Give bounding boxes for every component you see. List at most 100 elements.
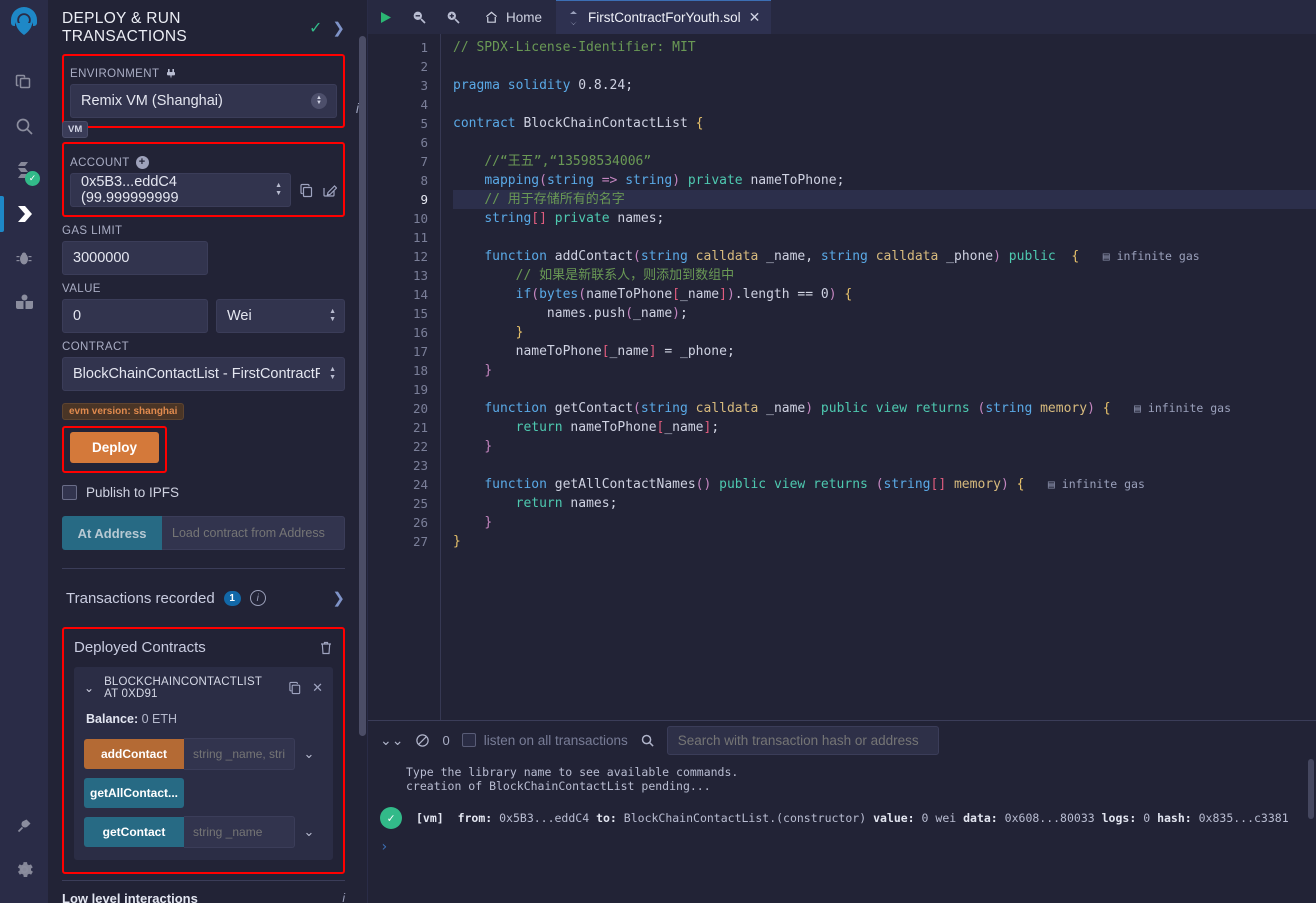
transaction-search-input[interactable]: [666, 725, 939, 755]
account-label: ACCOUNT +: [70, 156, 337, 169]
account-section: ACCOUNT + 0x5B3...eddC4 (99.999999999 ▲ ▼: [48, 142, 359, 217]
code-editor[interactable]: 1234 5678 9 10 11 12 13 14 15 16 17 18 19 20 21 22…: [368, 34, 1316, 720]
copy-account-icon[interactable]: [299, 183, 314, 198]
sidebar-item-learneth[interactable]: [0, 280, 48, 324]
clear-console-icon[interactable]: [415, 733, 430, 748]
pending-count: 0: [442, 732, 450, 748]
tab-solidity-file[interactable]: FirstContractForYouth.sol ✕: [556, 0, 772, 34]
getallcontactnames-button[interactable]: getAllContact...: [84, 778, 184, 808]
transaction-log-row[interactable]: ✓ [vm] from: 0x5B3...eddC4 to: BlockChai…: [368, 793, 1316, 829]
evm-version-badge: evm version: shanghai: [62, 403, 185, 420]
deployed-contracts-highlight: Deployed Contracts ⌄ BLOCKCHAINCONTACTLI…: [62, 627, 345, 874]
close-icon[interactable]: ✕: [312, 680, 323, 696]
compile-success-badge: ✓: [25, 171, 40, 186]
success-icon: ✓: [380, 807, 402, 829]
log-logs-value: 0: [1143, 811, 1151, 825]
getcontact-button[interactable]: getContact: [84, 817, 184, 847]
terminal-scrollbar[interactable]: [1308, 759, 1314, 819]
function-row-addcontact: addContact ⌄: [84, 738, 323, 770]
tab-solidity-file-label: FirstContractForYouth.sol: [588, 10, 741, 25]
at-address-button[interactable]: At Address: [62, 516, 162, 550]
environment-select[interactable]: Remix VM (Shanghai) ▲ ▼: [70, 84, 337, 118]
publish-ipfs-checkbox[interactable]: [62, 485, 77, 500]
sidebar-item-file-explorer[interactable]: [0, 60, 48, 104]
deploy-run-panel: DEPLOY & RUN TRANSACTIONS ✓ ❯ ENVIRONMEN…: [48, 0, 368, 903]
environment-highlight: ENVIRONMENT Remix VM (Shanghai) ▲ ▼: [62, 54, 345, 128]
deploy-button[interactable]: Deploy: [70, 432, 160, 463]
gear-icon: [14, 859, 35, 880]
line-number-gutter: 1234 5678 9 10 11 12 13 14 15 16 17 18 19 20 21 22…: [368, 34, 440, 720]
book-icon: [14, 292, 35, 313]
zoom-out-icon[interactable]: [402, 0, 436, 34]
chevron-right-icon[interactable]: ❯: [332, 19, 345, 37]
chevron-down-icon[interactable]: ⌄: [84, 681, 94, 695]
getcontact-params-input[interactable]: [184, 816, 295, 848]
zoom-in-icon[interactable]: [436, 0, 470, 34]
code-line: function addContact(string calldata _nam…: [484, 249, 1200, 264]
value-unit-select[interactable]: Wei ▲ ▼: [216, 299, 345, 333]
value-input[interactable]: 0: [62, 299, 208, 333]
transactions-recorded-count: 1: [223, 590, 241, 606]
chevron-updown-icon: ▲ ▼: [329, 366, 336, 381]
code-line: return nameToPhone[_name];: [515, 420, 720, 435]
deployed-contracts-section: Deployed Contracts ⌄ BLOCKCHAINCONTACTLI…: [48, 627, 359, 874]
chevron-down-icon[interactable]: ⌄: [295, 746, 323, 762]
code-line: nameToPhone[_name] = _phone;: [515, 344, 735, 359]
account-highlight: ACCOUNT + 0x5B3...eddC4 (99.999999999 ▲ ▼: [62, 142, 345, 217]
sidebar-item-debugger[interactable]: [0, 236, 48, 280]
publish-ipfs-row[interactable]: Publish to IPFS: [62, 485, 345, 500]
sidebar-item-search[interactable]: [0, 104, 48, 148]
contract-select[interactable]: BlockChainContactList - FirstContractF ▲…: [62, 357, 345, 391]
code-line: }: [484, 439, 493, 454]
tab-home[interactable]: Home: [470, 0, 556, 34]
low-level-interactions-section: i Low level interactions CALLDATA: [48, 880, 359, 903]
panel-scrollbar[interactable]: [359, 36, 366, 736]
tab-home-label: Home: [506, 9, 543, 25]
code-line-current: // 用于存储所有的名字: [453, 190, 1316, 209]
home-icon: [484, 10, 499, 25]
account-select[interactable]: 0x5B3...eddC4 (99.999999999 ▲ ▼: [70, 173, 291, 207]
deployed-contracts-title: Deployed Contracts: [74, 639, 206, 656]
chevron-down-icon[interactable]: ⌄: [295, 824, 323, 840]
sidebar-item-deploy-run[interactable]: [0, 192, 48, 236]
search-icon[interactable]: [640, 733, 655, 748]
listen-all-checkbox[interactable]: [461, 733, 476, 747]
listen-all-transactions-row[interactable]: listen on all transactions: [461, 733, 628, 748]
log-value-label: value:: [873, 811, 915, 825]
code-line: pragma solidity 0.8.24;: [453, 78, 634, 93]
info-icon[interactable]: i: [249, 590, 266, 606]
close-icon[interactable]: ✕: [749, 9, 761, 26]
code-content[interactable]: // SPDX-License-Identifier: MIT pragma s…: [440, 34, 1316, 720]
function-row-getallcontactnames: getAllContact...: [84, 778, 323, 808]
code-line: function getAllContactNames() public vie…: [484, 477, 1145, 492]
collapse-terminal-icon[interactable]: ⌄⌄: [380, 732, 403, 749]
balance-value: 0 ETH: [141, 712, 178, 726]
log-to-label: to:: [596, 811, 617, 825]
transactions-recorded-row[interactable]: Transactions recorded 1 i ❯: [48, 569, 359, 627]
panel-header: DEPLOY & RUN TRANSACTIONS ✓ ❯: [48, 0, 359, 54]
addcontact-params-input[interactable]: [184, 738, 295, 770]
chevron-right-icon[interactable]: ❯: [332, 589, 345, 607]
code-line: }: [484, 363, 493, 378]
contract-section: CONTRACT BlockChainContactList - FirstCo…: [48, 341, 359, 569]
trash-icon[interactable]: [319, 640, 333, 655]
value-label: VALUE: [62, 283, 101, 295]
sign-message-icon[interactable]: [322, 183, 337, 198]
run-script-icon[interactable]: [368, 0, 402, 34]
sidebar-item-settings[interactable]: [0, 847, 48, 891]
at-address-input[interactable]: [162, 516, 345, 550]
deployed-contract-header[interactable]: ⌄ BLOCKCHAINCONTACTLIST AT 0XD91 ✕: [84, 676, 323, 700]
gas-limit-input[interactable]: 3000000: [62, 241, 208, 275]
low-level-title: Low level interactions: [62, 891, 198, 903]
sidebar-item-plugin-manager[interactable]: [0, 803, 48, 847]
terminal-prompt[interactable]: ›: [368, 829, 1316, 855]
addcontact-button[interactable]: addContact: [84, 739, 184, 769]
code-line: }: [453, 534, 461, 549]
sidebar-item-solidity-compiler[interactable]: ✓: [0, 148, 48, 192]
log-logs-label: logs:: [1101, 811, 1137, 825]
add-account-icon[interactable]: +: [135, 156, 149, 169]
low-level-info-icon[interactable]: i: [342, 891, 345, 903]
copy-address-icon[interactable]: [288, 681, 302, 695]
environment-info-icon[interactable]: i: [356, 100, 359, 116]
